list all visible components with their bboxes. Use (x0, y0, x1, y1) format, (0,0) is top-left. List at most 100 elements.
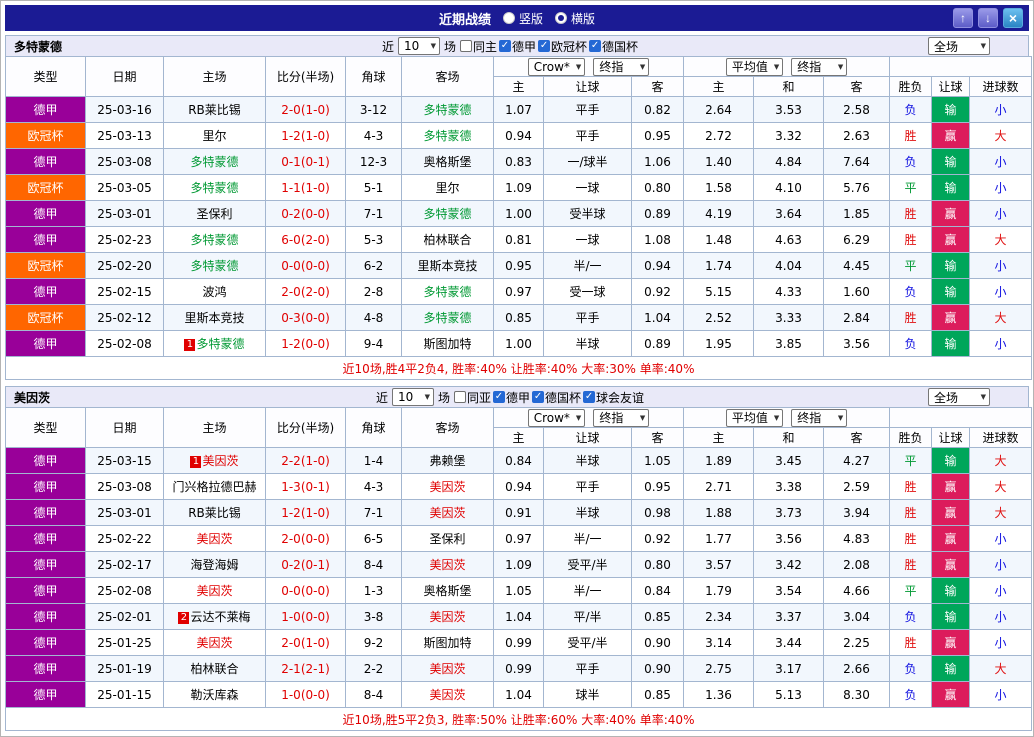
handicap-cell: 平手 (543, 122, 632, 149)
avg-home-cell: 3.14 (683, 629, 755, 656)
checkbox-checked-icon[interactable] (493, 391, 505, 403)
avg-home-cell: 1.58 (683, 174, 755, 201)
league-cell: 欧冠杯 (5, 252, 86, 279)
match-rows: 德甲 25-03-15 1 美因茨 2-2(1-0) 1-4 弗赖堡 0.84 半球 1.05 1.… (5, 447, 1033, 708)
team-label: 门兴格拉德巴赫 (172, 480, 257, 494)
checkbox-checked-icon[interactable] (583, 391, 596, 403)
move-down-button[interactable]: ↓ (978, 8, 998, 28)
odds-away-cell: 0.80 (630, 551, 685, 578)
odds-stage-select[interactable]: 终指 ▼ (593, 57, 650, 76)
handicap-cell: 一球 (543, 174, 632, 201)
filter-checkbox-option[interactable]: 德国杯 (589, 38, 638, 55)
scope-select[interactable]: 全场 ▼ (928, 37, 990, 55)
filter-checkbox-option[interactable]: 欧冠杯 (538, 38, 587, 55)
close-button[interactable]: × (1003, 8, 1023, 28)
handicap-result-cell: 输 (931, 278, 971, 305)
avg-selects-header: 平均值 ▼ 终指 ▼ (683, 407, 891, 428)
result-cell: 负 (889, 655, 933, 682)
checkbox-checked-icon[interactable] (589, 40, 602, 52)
odds-source-select[interactable]: Crow* ▼ (527, 408, 586, 427)
team-label: 美因茨 (429, 610, 466, 624)
avg-home-cell: 2.34 (683, 603, 755, 630)
home-team-cell: 1 美因茨 (163, 447, 266, 474)
goals-cell: 大 (969, 304, 1033, 331)
handicap-result-cell: 赢 (931, 226, 971, 253)
move-up-button[interactable]: ↑ (953, 8, 973, 28)
odds-home-cell: 0.95 (493, 252, 544, 279)
away-team-cell: 圣保利 (401, 525, 494, 552)
goals-cell: 大 (969, 655, 1033, 682)
sub-header-avg-draw: 和 (753, 76, 825, 97)
layout-horizontal-radio[interactable]: 横版 (555, 10, 595, 27)
handicap-result-cell: 赢 (931, 629, 971, 656)
corner-cell: 6-5 (345, 525, 402, 552)
goals-cell: 大 (969, 122, 1033, 149)
result-cell: 胜 (889, 525, 933, 552)
checkbox-unchecked-icon[interactable] (459, 40, 472, 52)
date-cell: 25-02-22 (85, 525, 164, 552)
odds-source-select[interactable]: Crow* ▼ (527, 57, 586, 76)
chevron-down-icon: ▼ (575, 413, 582, 422)
odds-home-cell: 0.99 (493, 629, 544, 656)
league-cell: 德甲 (5, 655, 86, 682)
layout-vertical-radio[interactable]: 竖版 (502, 10, 543, 27)
filter-checkbox-option[interactable]: 德甲 (493, 389, 530, 406)
odds-stage-select[interactable]: 终指 ▼ (593, 408, 650, 427)
avg-away-cell: 1.60 (823, 278, 891, 305)
home-team-cell: 多特蒙德 (163, 174, 266, 201)
matches-table: 类型 日期 主场 比分(半场) 角球 客场 Crow* ▼ 终指 ▼ 平均值 ▼… (4, 407, 1033, 731)
avg-source-select[interactable]: 平均值 ▼ (725, 57, 784, 76)
checkbox-checked-icon[interactable] (538, 40, 551, 52)
scope-select[interactable]: 全场 ▼ (928, 388, 990, 406)
radio-selected-icon (555, 12, 567, 24)
filter-checkbox-option[interactable]: 德国杯 (532, 389, 581, 406)
checkbox-unchecked-icon[interactable] (453, 391, 466, 403)
home-team-cell: 波鸿 (163, 278, 266, 305)
odds-home-cell: 0.84 (493, 447, 544, 474)
match-row: 德甲 25-02-08 美因茨 0-0(0-0) 1-3 奥格斯堡 1.05 半/一 0.84 1… (5, 577, 1033, 604)
handicap-result-cell: 赢 (931, 525, 971, 552)
team-label: 美因茨 (196, 584, 233, 598)
filter-checkbox-label: 同主 (472, 39, 497, 54)
avg-draw-cell: 3.73 (753, 499, 825, 526)
sub-header-goals: 进球数 (969, 427, 1033, 448)
filter-checkbox-option[interactable]: 球会友谊 (583, 389, 644, 406)
score-cell: 2-0(1-0) (265, 629, 346, 656)
avg-stage-select[interactable]: 终指 ▼ (791, 408, 848, 427)
avg-away-cell: 2.66 (823, 655, 891, 682)
handicap-cell: 一/球半 (543, 148, 632, 175)
match-count-select[interactable]: 10 ▼ (397, 37, 440, 55)
odds-away-cell: 0.98 (630, 499, 685, 526)
league-cell: 欧冠杯 (5, 304, 86, 331)
odds-home-cell: 1.09 (493, 551, 544, 578)
filter-checkbox-option[interactable]: 同主 (459, 38, 497, 55)
checkbox-checked-icon[interactable] (499, 40, 511, 52)
odds-home-cell: 0.94 (493, 473, 544, 500)
match-row: 德甲 25-02-23 多特蒙德 6-0(2-0) 5-3 柏林联合 0.81 一球 1.08 1… (5, 226, 1033, 253)
team-label: 柏林联合 (190, 662, 239, 676)
date-cell: 25-01-19 (85, 655, 164, 682)
league-cell: 欧冠杯 (5, 174, 86, 201)
checkbox-checked-icon[interactable] (532, 391, 545, 403)
avg-draw-cell: 3.44 (753, 629, 825, 656)
match-count-select[interactable]: 10 ▼ (391, 388, 434, 406)
handicap-result-cell: 赢 (931, 499, 971, 526)
odds-away-cell: 0.90 (630, 629, 685, 656)
goals-cell: 大 (969, 447, 1033, 474)
sub-header-handicap: 让球 (543, 427, 632, 448)
team-label: 多特蒙德 (190, 181, 239, 195)
filter-checkbox-option[interactable]: 德甲 (499, 38, 536, 55)
avg-home-cell: 2.71 (683, 473, 755, 500)
sub-header-odds-home: 主 (493, 427, 544, 448)
filter-checkbox-option[interactable]: 同亚 (453, 389, 491, 406)
avg-home-cell: 2.64 (683, 96, 755, 123)
avg-source-select[interactable]: 平均值 ▼ (725, 408, 784, 427)
match-row: 德甲 25-03-08 多特蒙德 0-1(0-1) 12-3 奥格斯堡 0.83 一/球半 1.… (5, 148, 1033, 175)
score-cell: 0-1(0-1) (265, 148, 346, 175)
avg-away-cell: 8.30 (823, 681, 891, 708)
avg-home-cell: 1.95 (683, 330, 755, 357)
avg-stage-select[interactable]: 终指 ▼ (791, 57, 848, 76)
col-header-score: 比分(半场) (265, 56, 346, 97)
odds-home-cell: 0.91 (493, 499, 544, 526)
handicap-result-cell: 输 (931, 330, 971, 357)
